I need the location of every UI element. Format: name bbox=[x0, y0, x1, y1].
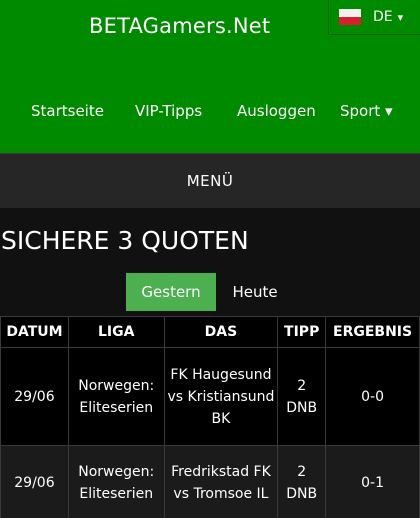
cell-date: 29/06 bbox=[0, 445, 69, 518]
german-flag-icon bbox=[339, 9, 361, 25]
table-header-row: DATUM LIGA DAS TIPP ERGEBNIS bbox=[0, 316, 420, 348]
cell-tip: 2 DNB bbox=[277, 347, 327, 446]
table-row: 29/06 Norwegen: Eliteserien FK Haugesund… bbox=[0, 347, 420, 446]
cell-match: FK Haugesund vs Kristiansund BK bbox=[163, 347, 279, 446]
cell-league: Norwegen: Eliteserien bbox=[67, 347, 165, 446]
menu-label: MENÜ bbox=[186, 172, 234, 190]
cell-league: Norwegen: Eliteserien bbox=[67, 445, 165, 518]
language-selector[interactable]: DE ▾ bbox=[328, 0, 420, 35]
nav-item-startseite[interactable]: Startseite bbox=[31, 102, 104, 120]
site-title[interactable]: BETAGamers.Net bbox=[89, 14, 270, 38]
menu-toggle[interactable]: MENÜ bbox=[0, 153, 420, 208]
page-title: SICHERE 3 QUOTEN bbox=[1, 226, 249, 255]
main-nav: Startseite VIP-Tipps Ausloggen Sport ▾ bbox=[0, 102, 420, 126]
cell-result: 0-0 bbox=[325, 347, 420, 446]
cell-tip: 2 DNB bbox=[277, 445, 327, 518]
header-bar: BETAGamers.Net DE ▾ Startseite VIP-Tipps… bbox=[0, 0, 420, 153]
column-header-result: ERGEBNIS bbox=[325, 316, 420, 348]
tab-today[interactable]: Heute bbox=[222, 273, 288, 311]
table-row: 29/06 Norwegen: Eliteserien Fredrikstad … bbox=[0, 445, 420, 518]
tab-yesterday[interactable]: Gestern bbox=[126, 273, 216, 311]
nav-item-vip-tipps[interactable]: VIP-Tipps bbox=[135, 102, 202, 120]
column-header-match: DAS bbox=[163, 316, 279, 348]
column-header-date: DATUM bbox=[0, 316, 69, 348]
cell-result: 0-1 bbox=[325, 445, 420, 518]
chevron-down-icon: ▾ bbox=[397, 10, 404, 24]
nav-item-sport-dropdown[interactable]: Sport ▾ bbox=[340, 102, 393, 120]
nav-item-ausloggen[interactable]: Ausloggen bbox=[237, 102, 316, 120]
column-header-league: LIGA bbox=[67, 316, 165, 348]
cell-date: 29/06 bbox=[0, 347, 69, 446]
tips-table: DATUM LIGA DAS TIPP ERGEBNIS 29/06 Norwe… bbox=[0, 316, 420, 518]
column-header-tip: TIPP bbox=[277, 316, 327, 348]
language-code: DE bbox=[373, 9, 393, 25]
cell-match: Fredrikstad FK vs Tromsoe IL bbox=[163, 445, 279, 518]
